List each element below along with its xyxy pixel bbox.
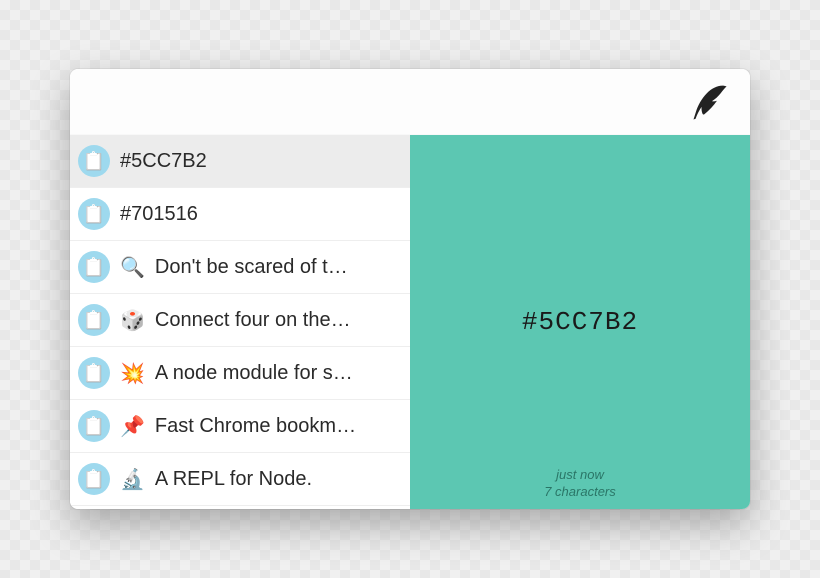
list-item-label: #701516	[120, 203, 400, 226]
clipboard-list: 📋 #5CC7B2 📋 #701516 📋 🔍 Don't be scared …	[70, 135, 410, 509]
preview-panel: #5CC7B2 just now 7 characters	[410, 135, 750, 509]
list-item-label: Fast Chrome bookm…	[155, 415, 400, 438]
preview-meta-time: just now	[410, 467, 750, 484]
app-window: 📋 #5CC7B2 📋 #701516 📋 🔍 Don't be scared …	[70, 69, 750, 509]
list-item[interactable]: 📋 #5CC7B2	[70, 135, 410, 188]
list-item[interactable]: 📋 🎲 Connect four on the…	[70, 294, 410, 347]
list-item-label: Connect four on the…	[155, 309, 400, 332]
clipboard-icon: 📋	[78, 198, 110, 230]
clipboard-icon: 📋	[78, 410, 110, 442]
list-item-label: Don't be scared of t…	[155, 256, 400, 279]
list-item-label: A REPL for Node.	[155, 468, 400, 491]
clipboard-icon: 📋	[78, 251, 110, 283]
item-emoji: 🔍	[120, 255, 145, 280]
preview-meta: just now 7 characters	[410, 467, 750, 501]
clipboard-icon: 📋	[78, 145, 110, 177]
feather-icon	[690, 81, 732, 123]
clipboard-icon: 📋	[78, 463, 110, 495]
list-item[interactable]: 📋 🔬 A REPL for Node.	[70, 453, 410, 506]
list-item[interactable]: 📋 📌 Fast Chrome bookm…	[70, 400, 410, 453]
list-item-label: A node module for s…	[155, 362, 400, 385]
item-emoji: 💥	[120, 361, 145, 386]
list-item[interactable]: 📋 💥 A node module for s…	[70, 347, 410, 400]
clipboard-icon: 📋	[78, 357, 110, 389]
item-emoji: 🎲	[120, 308, 145, 333]
item-emoji: 🔬	[120, 467, 145, 492]
list-item[interactable]: 📋 #701516	[70, 188, 410, 241]
header-bar	[70, 69, 750, 135]
list-item[interactable]: 📋 🔍 Don't be scared of t…	[70, 241, 410, 294]
list-item-label: #5CC7B2	[120, 150, 400, 173]
preview-content: #5CC7B2	[522, 307, 638, 337]
preview-meta-chars: 7 characters	[410, 484, 750, 501]
body: 📋 #5CC7B2 📋 #701516 📋 🔍 Don't be scared …	[70, 135, 750, 509]
item-emoji: 📌	[120, 414, 145, 439]
clipboard-icon: 📋	[78, 304, 110, 336]
